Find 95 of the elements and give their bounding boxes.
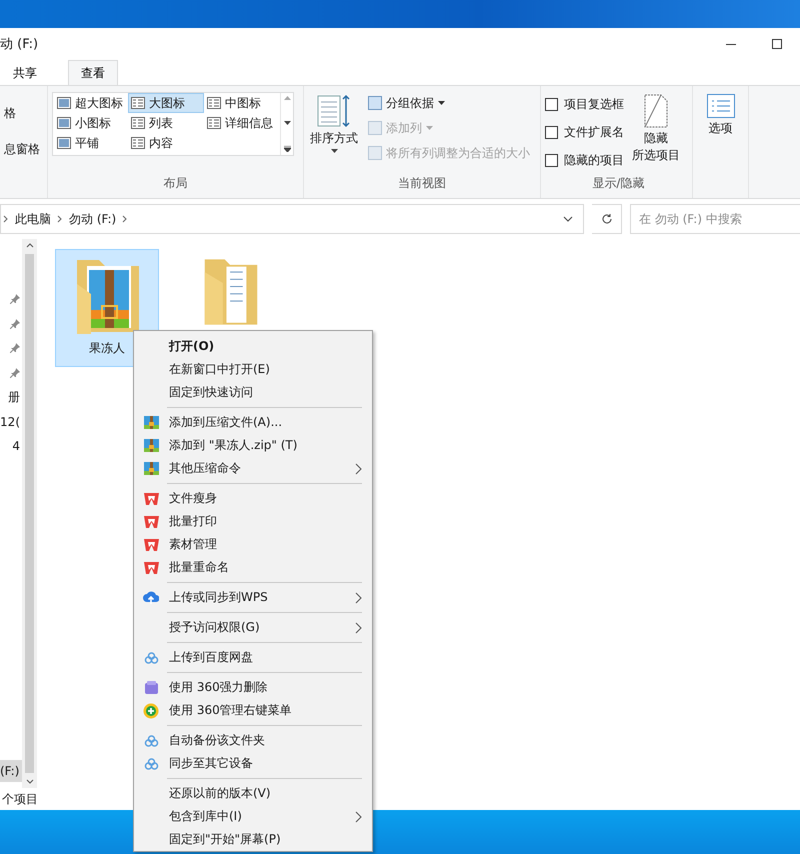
- archive-icon: [144, 461, 158, 476]
- layout-option[interactable]: 平铺: [54, 133, 128, 153]
- wps-w-icon: [144, 538, 158, 550]
- nav-item[interactable]: (F:): [0, 760, 22, 782]
- checkbox[interactable]: 文件扩展名: [545, 120, 624, 145]
- menu-item[interactable]: 使用 360管理右键菜单: [134, 699, 372, 722]
- view-command[interactable]: 分组依据: [366, 92, 532, 114]
- checkbox[interactable]: 隐藏的项目: [545, 148, 624, 173]
- menu-item[interactable]: 还原以前的版本(V): [134, 782, 372, 805]
- column-icon: [368, 121, 382, 135]
- menu-item[interactable]: 其他压缩命令: [134, 457, 372, 480]
- refresh-button[interactable]: [592, 204, 622, 234]
- menu-item[interactable]: 文件瘦身: [134, 487, 372, 510]
- menu-item[interactable]: 添加到 "果冻人.zip" (T): [134, 434, 372, 457]
- nav-item[interactable]: 12(: [0, 414, 20, 429]
- search-field[interactable]: 在 勿动 (F:) 中搜索: [630, 204, 800, 234]
- expand-gallery-icon[interactable]: [284, 146, 290, 152]
- column-icon: [368, 146, 382, 160]
- wps-w-icon: [144, 492, 158, 504]
- maximize-icon: [772, 39, 782, 49]
- cloud-icon: [144, 758, 158, 770]
- nav-item[interactable]: 4: [12, 439, 20, 454]
- refresh-icon: [600, 213, 612, 225]
- menu-item[interactable]: 固定到快速访问: [134, 381, 372, 404]
- menu-item[interactable]: 上传到百度网盘: [134, 646, 372, 669]
- ribbon-tab[interactable]: 共享: [0, 60, 50, 85]
- archive-icon: [144, 415, 158, 430]
- menu-item[interactable]: 同步至其它设备: [134, 752, 372, 775]
- sort-by-button[interactable]: 排序方式: [308, 92, 360, 175]
- page-icon: [644, 94, 668, 128]
- view-icon: [57, 117, 71, 129]
- layout-option[interactable]: 超大图标: [54, 93, 128, 113]
- pin-icon: [10, 343, 20, 354]
- view-icon: [57, 137, 71, 149]
- cloud-upload-icon: [143, 590, 159, 605]
- column-icon: [368, 96, 382, 110]
- wps-w-icon: [144, 562, 158, 574]
- options-button[interactable]: 选项: [697, 92, 744, 139]
- nav-item[interactable]: 册: [8, 388, 20, 406]
- chevron-right-icon: [122, 215, 128, 223]
- pin-icon: [10, 368, 20, 378]
- caret-icon: [330, 149, 338, 153]
- view-icon: [207, 97, 221, 109]
- menu-item[interactable]: 上传或同步到WPS: [134, 586, 372, 609]
- scrollbar[interactable]: [22, 239, 37, 788]
- group-label: 当前视图: [397, 175, 447, 192]
- chevron-right-icon: [57, 215, 63, 223]
- menu-item[interactable]: 授予访问权限(G): [134, 616, 372, 639]
- breadcrumb[interactable]: 此电脑: [15, 210, 51, 228]
- menu-item[interactable]: 包含到库中(I): [134, 805, 372, 828]
- group-label: 显示/隐藏: [591, 175, 646, 192]
- cloud-icon: [144, 652, 158, 664]
- address-bar[interactable]: 此电脑 勿动 (F:): [0, 204, 584, 234]
- menu-item[interactable]: 素材管理: [134, 533, 372, 556]
- layout-option[interactable]: 中图标: [204, 93, 279, 113]
- window-title: 动 (F:): [0, 36, 38, 53]
- menu-item[interactable]: 批量打印: [134, 510, 372, 533]
- pin-icon: [10, 294, 20, 304]
- scroll-down-icon[interactable]: [26, 779, 34, 784]
- archive-icon: [144, 438, 158, 453]
- breadcrumb[interactable]: 勿动 (F:): [69, 210, 116, 228]
- ribbon-tab[interactable]: 查看: [68, 60, 118, 85]
- eraser-icon: [144, 680, 158, 695]
- hide-selected-button[interactable]: 隐藏 所选项目: [630, 92, 682, 175]
- options-icon: [706, 94, 734, 118]
- menu-item[interactable]: 固定到"开始"屏幕(P): [134, 828, 372, 851]
- sort-icon: [316, 94, 352, 128]
- plus-circle-icon: [143, 702, 159, 718]
- menu-item[interactable]: 添加到压缩文件(A)...: [134, 411, 372, 434]
- view-icon: [131, 97, 145, 109]
- layout-option[interactable]: 内容: [128, 133, 204, 153]
- layout-option[interactable]: 详细信息: [204, 113, 279, 133]
- checkbox[interactable]: 项目复选框: [545, 92, 624, 117]
- layout-option[interactable]: 列表: [128, 113, 204, 133]
- view-icon: [131, 137, 145, 149]
- pane-command[interactable]: 息窗格: [4, 141, 43, 158]
- menu-item[interactable]: 自动备份该文件夹: [134, 729, 372, 752]
- layout-option[interactable]: 小图标: [54, 113, 128, 133]
- group-label: 布局: [162, 175, 188, 192]
- file-item[interactable]: 果冻人: [55, 249, 159, 367]
- status-text: 个项目: [1, 790, 38, 808]
- view-icon: [131, 117, 145, 129]
- menu-item[interactable]: 使用 360强力删除: [134, 676, 372, 699]
- menu-item[interactable]: 批量重命名: [134, 556, 372, 579]
- layout-option[interactable]: 大图标: [128, 93, 204, 113]
- wps-w-icon: [144, 516, 158, 528]
- pane-command[interactable]: 格: [4, 105, 43, 122]
- view-icon: [207, 117, 221, 129]
- scroll-up-icon[interactable]: [26, 243, 34, 248]
- pin-icon: [10, 318, 20, 329]
- cloud-icon: [144, 734, 158, 746]
- view-icon: [57, 97, 71, 109]
- scroll-down-icon[interactable]: [284, 121, 290, 125]
- chevron-right-icon: [3, 215, 9, 223]
- dropdown-icon[interactable]: [563, 216, 573, 222]
